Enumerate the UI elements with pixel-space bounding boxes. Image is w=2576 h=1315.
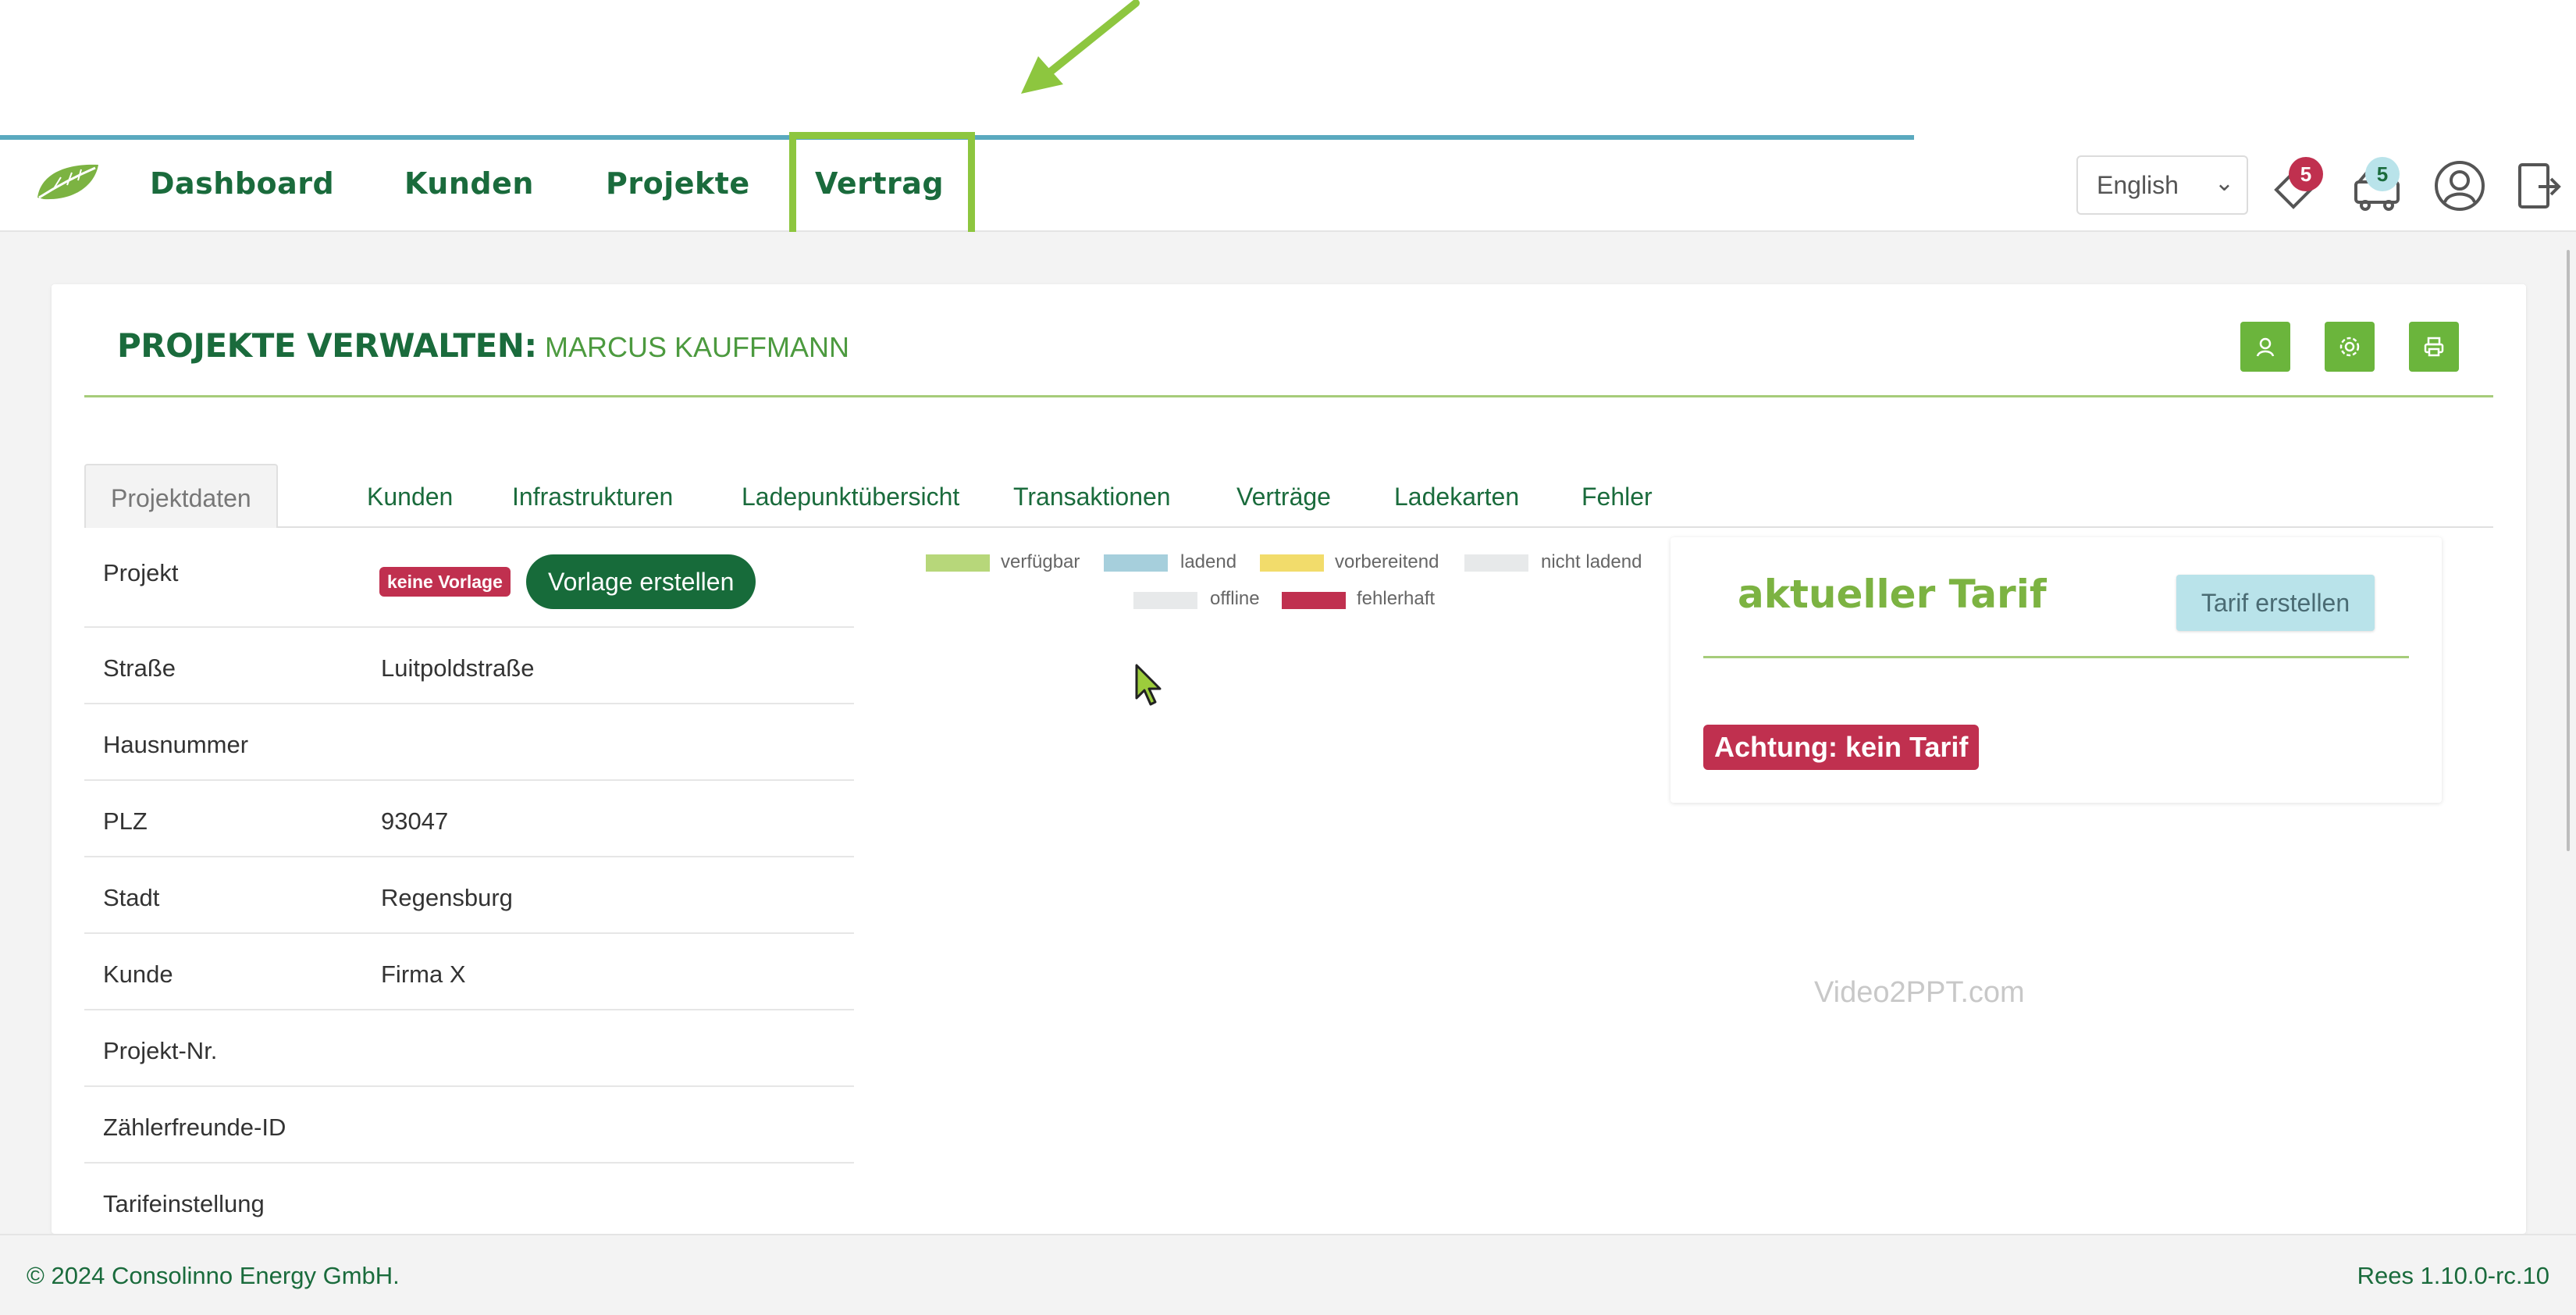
language-select-value: English <box>2097 171 2179 199</box>
printer-icon <box>2424 337 2444 357</box>
table-row: PLZ 93047 <box>84 781 854 857</box>
current-tariff-panel: aktueller Tarif Tarif erstellen Achtung:… <box>1670 537 2442 803</box>
page-title: PROJEKTE VERWALTEN: <box>117 326 537 365</box>
row-label: Hausnummer <box>103 731 249 758</box>
settings-button[interactable] <box>2325 322 2375 372</box>
row-label: Straße <box>103 654 176 682</box>
nav-projekte[interactable]: Projekte <box>606 166 750 201</box>
page-footer: © 2024 Consolinno Energy GmbH. Rees 1.10… <box>0 1234 2576 1315</box>
top-navbar: Dashboard Kunden Projekte Vertrag Englis… <box>0 132 2576 240</box>
no-template-badge: keine Vorlage <box>379 567 511 597</box>
nav-dashboard[interactable]: Dashboard <box>150 166 334 201</box>
version-text: Rees 1.10.0-rc.10 <box>2357 1262 2549 1289</box>
create-template-button[interactable]: Vorlage erstellen <box>526 554 756 609</box>
tab-fehler[interactable]: Fehler <box>1582 464 1653 528</box>
table-row: Zählerfreunde-ID <box>84 1087 854 1164</box>
copyright-text: © 2024 Consolinno Energy GmbH. <box>27 1262 400 1289</box>
table-row: Tarifeinstellung <box>84 1164 854 1240</box>
table-row: Hausnummer <box>84 704 854 781</box>
legend-label: nicht ladend <box>1541 551 1642 572</box>
row-label: Zählerfreunde-ID <box>103 1114 286 1141</box>
row-value: Luitpoldstraße <box>381 654 535 682</box>
tab-vertraege[interactable]: Verträge <box>1236 464 1331 528</box>
customer-button[interactable] <box>2240 322 2290 372</box>
title-divider <box>84 395 2493 397</box>
row-value: 93047 <box>381 807 449 835</box>
charging-count-badge: 5 <box>2365 157 2400 191</box>
tariff-title: aktueller Tarif <box>1738 572 2047 617</box>
legend-swatch <box>1133 592 1197 609</box>
gear-icon <box>2339 337 2360 357</box>
row-label: PLZ <box>103 807 148 835</box>
annotation-highlight-box <box>789 132 975 240</box>
row-label: Kunde <box>103 960 173 988</box>
legend-swatch <box>1260 554 1324 572</box>
customer-name: MARCUS KAUFFMANN <box>545 331 850 363</box>
table-row: Kunde Firma X <box>84 934 854 1010</box>
legend-label: ladend <box>1180 551 1237 572</box>
tab-ladekarten[interactable]: Ladekarten <box>1394 464 1519 528</box>
tab-projektdaten[interactable]: Projektdaten <box>84 464 278 528</box>
table-row: Projekt keine Vorlage Vorlage erstellen <box>84 536 854 628</box>
language-select[interactable]: English ⌄ <box>2076 155 2248 215</box>
legend-swatch <box>1104 554 1168 572</box>
row-value: Firma X <box>381 960 466 988</box>
consolinno-leaf-logo[interactable] <box>33 160 101 204</box>
create-tariff-button[interactable]: Tarif erstellen <box>2176 575 2375 631</box>
logout-icon[interactable] <box>2510 159 2565 213</box>
row-value: Regensburg <box>381 884 513 911</box>
legend-swatch <box>1464 554 1528 572</box>
nav-kunden[interactable]: Kunden <box>404 166 534 201</box>
tab-infrastrukturen[interactable]: Infrastrukturen <box>512 464 673 528</box>
chevron-down-icon: ⌄ <box>2214 170 2234 196</box>
legend-label: verfügbar <box>1001 551 1080 572</box>
tariff-divider <box>1703 656 2409 658</box>
user-profile-icon[interactable] <box>2432 159 2487 213</box>
mouse-cursor-icon <box>1135 664 1162 706</box>
legend-label: fehlerhaft <box>1357 588 1436 609</box>
tab-transaktionen[interactable]: Transaktionen <box>1013 464 1171 528</box>
tab-ladepunktuebersicht[interactable]: Ladepunktübersicht <box>742 464 959 528</box>
user-icon <box>2256 337 2275 357</box>
table-row: Straße Luitpoldstraße <box>84 628 854 704</box>
no-tariff-alert: Achtung: kein Tarif <box>1703 725 1980 770</box>
table-row: Projekt-Nr. <box>84 1010 854 1087</box>
legend-label: vorbereitend <box>1335 551 1439 572</box>
annotation-arrow-icon <box>1021 0 1140 94</box>
project-tabs: Projektdaten Kunden Infrastrukturen Lade… <box>84 464 2493 528</box>
page-scrollbar[interactable] <box>2567 250 2570 851</box>
row-label: Projekt <box>103 559 179 586</box>
notification-count-badge: 5 <box>2289 157 2323 191</box>
row-label: Stadt <box>103 884 160 911</box>
row-label: Projekt-Nr. <box>103 1037 218 1064</box>
print-button[interactable] <box>2409 322 2459 372</box>
legend-swatch <box>926 554 990 572</box>
watermark: Video2PPT.com <box>1814 976 2025 1009</box>
tab-kunden[interactable]: Kunden <box>367 464 453 528</box>
row-label: Tarifeinstellung <box>103 1190 265 1217</box>
legend-swatch <box>1282 592 1346 609</box>
legend-label: offline <box>1210 588 1260 609</box>
table-row: Stadt Regensburg <box>84 857 854 934</box>
